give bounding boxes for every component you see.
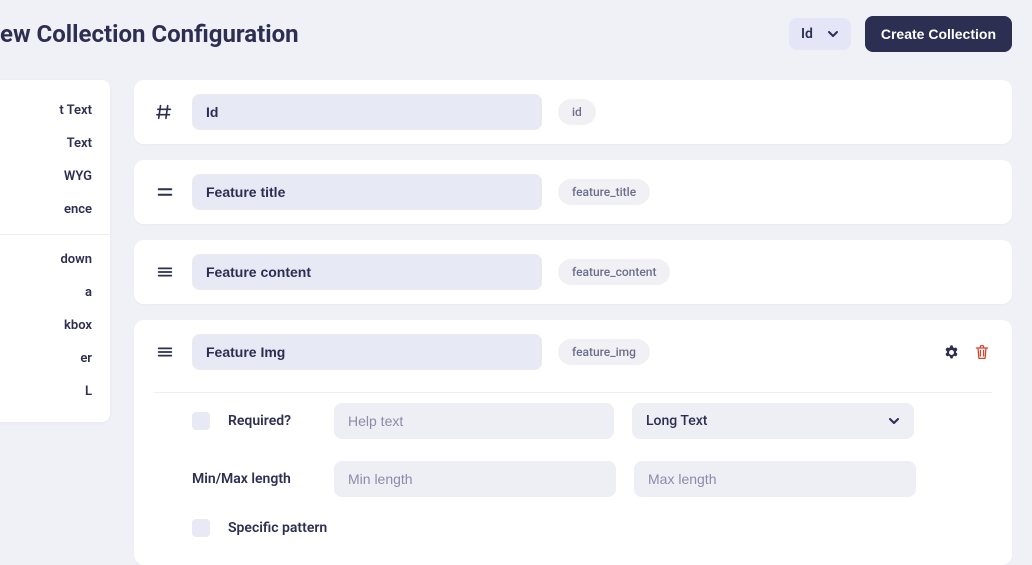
field-slug: feature_title (558, 179, 650, 205)
id-selector[interactable]: Id (789, 18, 851, 50)
pattern-checkbox[interactable] (192, 519, 210, 537)
delete-button[interactable] (972, 342, 992, 362)
gear-icon (943, 344, 960, 361)
sidebar-item[interactable]: L (0, 375, 110, 408)
field-actions (941, 342, 992, 363)
field-slug: feature_img (558, 339, 650, 365)
field-slug: id (558, 99, 596, 125)
field-name-input[interactable] (192, 334, 542, 370)
required-checkbox[interactable] (192, 412, 210, 430)
page-title: ew Collection Configuration (0, 20, 299, 48)
sidebar-item[interactable]: t Text (0, 94, 110, 127)
field-row: feature_img (154, 334, 992, 370)
pattern-label: Specific pattern (228, 520, 327, 536)
drag-handle-icon[interactable] (154, 261, 176, 283)
id-selector-label: Id (801, 26, 813, 42)
required-label: Required? (228, 413, 316, 429)
field-name-input[interactable] (192, 254, 542, 290)
config-row-pattern: Specific pattern (192, 519, 992, 537)
field-type-sidebar: t Text Text WYG ence down a kbox er L (0, 80, 110, 422)
field-card: feature_title (134, 160, 1012, 224)
fields-list: id feature_title feature_content feature… (134, 80, 1012, 565)
sidebar-item[interactable]: kbox (0, 309, 110, 342)
drag-handle-icon[interactable] (154, 341, 176, 363)
field-name-input[interactable] (192, 174, 542, 210)
minmax-label: Min/Max length (192, 471, 316, 487)
max-length-input[interactable] (634, 461, 916, 497)
field-card-expanded: feature_img Required? (134, 320, 1012, 565)
type-select[interactable]: Long Text (632, 403, 914, 439)
min-length-input[interactable] (334, 461, 616, 497)
config-row-minmax: Min/Max length (192, 461, 992, 497)
drag-handle-icon[interactable] (154, 181, 176, 203)
sidebar-item[interactable]: er (0, 342, 110, 375)
config-row-required: Required? Long Text (192, 403, 992, 439)
divider (0, 234, 110, 235)
settings-button[interactable] (941, 342, 962, 363)
chevron-down-icon (827, 28, 839, 40)
sidebar-item[interactable]: a (0, 276, 110, 309)
create-collection-button[interactable]: Create Collection (865, 16, 1012, 52)
type-select-value: Long Text (646, 413, 707, 429)
sidebar-item[interactable]: down (0, 243, 110, 276)
sidebar-item[interactable]: Text (0, 127, 110, 160)
sidebar-item[interactable]: WYG (0, 160, 110, 193)
help-text-input[interactable] (334, 403, 614, 439)
trash-icon (974, 344, 990, 360)
chevron-down-icon (888, 415, 900, 427)
field-card: feature_content (134, 240, 1012, 304)
field-name-input[interactable] (192, 94, 542, 130)
field-config-body: Required? Long Text Min/Max length Speci… (154, 392, 992, 537)
hash-icon (154, 101, 176, 123)
field-card: id (134, 80, 1012, 144)
sidebar-item[interactable]: ence (0, 193, 110, 226)
field-slug: feature_content (558, 259, 670, 285)
header-actions: Id Create Collection (789, 16, 1012, 52)
